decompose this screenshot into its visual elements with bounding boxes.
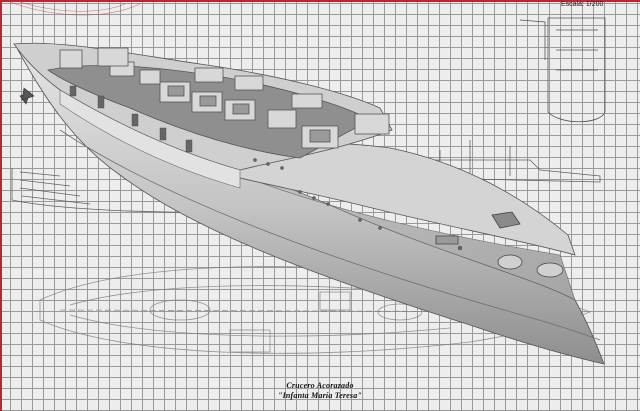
scale-label: Escala: 1/200 [561,1,604,8]
top-lines-drawing [9,1,141,16]
caption-ship-name: "Infanta María Teresa" [277,391,363,400]
caption-title: Crucero Acorazado [286,381,354,390]
section-drawing [519,17,606,123]
blueprint-canvas: Escala: 1/200 Crucero Acorazado "Infanta… [0,0,640,411]
propeller [19,87,35,105]
ship-render [9,1,606,365]
